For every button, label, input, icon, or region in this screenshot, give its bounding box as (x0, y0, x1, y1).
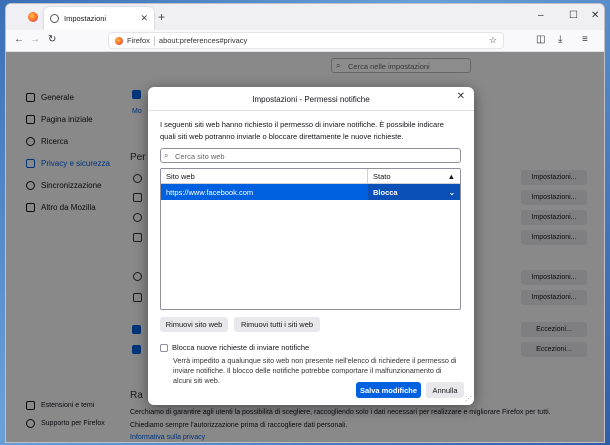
pocket-icon[interactable]: ◫ (536, 34, 545, 45)
column-header-state[interactable]: Stato ▲ (368, 169, 460, 183)
firefox-view-icon[interactable] (28, 12, 38, 22)
close-window-button[interactable]: ✕ (591, 10, 599, 21)
dialog-description: I seguenti siti web hanno richiesto il p… (160, 120, 444, 141)
cancel-button[interactable]: Annulla (426, 382, 464, 398)
tab-strip: Impostazioni ✕ + – ☐ ✕ (6, 4, 604, 30)
url-bar[interactable]: Firefox about:preferences#privacy ☆ (108, 32, 504, 49)
notifications-permissions-dialog: Impostazioni - Permessi notifiche ✕ I se… (148, 87, 474, 405)
url-text[interactable]: about:preferences#privacy (159, 36, 247, 45)
resize-grip-icon[interactable]: ⋰ (465, 395, 472, 403)
remove-all-sites-button[interactable]: Rimuovi tutti i siti web (234, 317, 320, 332)
gear-icon (50, 14, 59, 23)
state-select[interactable]: Blocca ⌄ (368, 184, 460, 200)
download-icon[interactable]: ⤓ (558, 34, 562, 45)
reload-button[interactable]: ↻ (48, 34, 56, 45)
block-new-requests-label[interactable]: Blocca nuove richieste di inviare notifi… (172, 343, 309, 352)
table-row[interactable]: https://www.facebook.com Blocca ⌄ (161, 184, 460, 200)
url-brand: Firefox (127, 36, 150, 45)
back-button[interactable]: ← (14, 34, 24, 45)
dialog-title: Impostazioni - Permessi notifiche (252, 95, 370, 104)
remove-site-button[interactable]: Rimuovi sito web (160, 317, 228, 332)
forward-button[interactable]: → (30, 34, 40, 45)
close-icon[interactable]: ✕ (457, 91, 465, 102)
dialog-divider (148, 110, 474, 111)
maximize-button[interactable]: ☐ (569, 10, 578, 21)
minimize-button[interactable]: – (538, 10, 544, 21)
sites-table: Sito web Stato ▲ https://www.facebook.co… (160, 168, 461, 310)
bookmark-star-icon[interactable]: ☆ (489, 35, 497, 46)
save-changes-button[interactable]: Salva modifiche (356, 382, 421, 398)
firefox-icon (115, 36, 123, 45)
table-header: Sito web Stato ▲ (161, 169, 460, 184)
browser-window: Impostazioni ✕ + – ☐ ✕ ← → ↻ Firefox abo… (5, 3, 605, 443)
block-new-requests-checkbox[interactable] (160, 344, 168, 352)
url-separator (153, 35, 155, 46)
new-tab-button[interactable]: + (158, 10, 165, 24)
sort-ascending-icon: ▲ (447, 172, 455, 181)
column-header-site[interactable]: Sito web (161, 169, 368, 183)
menu-icon[interactable]: ≡ (582, 34, 588, 45)
site-search-input[interactable]: ⌕ Cerca sito web (160, 148, 461, 163)
search-icon: ⌕ (164, 151, 169, 160)
nav-bar: ← → ↻ Firefox about:preferences#privacy … (6, 30, 604, 52)
close-tab-icon[interactable]: ✕ (140, 13, 148, 24)
tab-title: Impostazioni (64, 14, 107, 23)
chevron-down-icon: ⌄ (448, 188, 455, 197)
site-url: https://www.facebook.com (166, 188, 254, 197)
tab-impostazioni[interactable]: Impostazioni ✕ (44, 7, 154, 30)
